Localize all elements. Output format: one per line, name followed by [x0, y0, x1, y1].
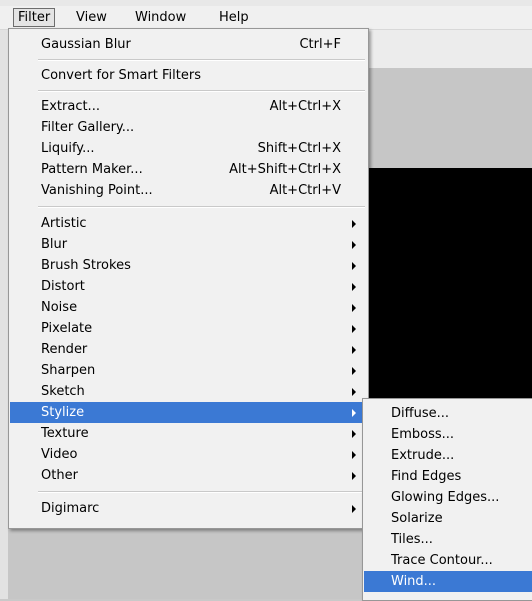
submenu-arrow-icon: [352, 262, 356, 270]
menu-item-sharpen[interactable]: Sharpen: [10, 360, 367, 381]
menu-item-label: Vanishing Point...: [41, 183, 153, 198]
menu-item-label: Brush Strokes: [41, 258, 131, 273]
submenu-arrow-icon: [352, 388, 356, 396]
submenu-arrow-icon: [352, 451, 356, 459]
menu-item-label: Digimarc: [41, 501, 100, 516]
menu-separator: [38, 491, 365, 493]
menu-item-label: Distort: [41, 279, 85, 294]
menu-item-label: Sharpen: [41, 363, 96, 378]
menu-item-shortcut: Alt+Ctrl+X: [269, 99, 341, 114]
menu-item-label: Stylize: [41, 405, 85, 420]
menu-item-vanishing-point[interactable]: Vanishing Point... Alt+Ctrl+V: [10, 180, 367, 201]
submenu-item-tiles[interactable]: Tiles...: [364, 529, 532, 550]
menu-separator: [38, 90, 365, 92]
submenu-arrow-icon: [352, 472, 356, 480]
submenu-item-trace-contour[interactable]: Trace Contour...: [364, 550, 532, 571]
menu-item-brush-strokes[interactable]: Brush Strokes: [10, 255, 367, 276]
submenu-arrow-icon: [352, 430, 356, 438]
menu-item-label: Convert for Smart Filters: [41, 68, 201, 83]
menu-item-label: Sketch: [41, 384, 85, 399]
menu-item-label: Noise: [41, 300, 78, 315]
submenu-item-label: Glowing Edges...: [391, 490, 500, 505]
menu-item-shortcut: Ctrl+F: [299, 37, 341, 52]
menu-item-artistic[interactable]: Artistic: [10, 213, 367, 234]
menu-item-render[interactable]: Render: [10, 339, 367, 360]
menu-window[interactable]: Window: [131, 9, 190, 26]
menu-item-label: Artistic: [41, 216, 87, 231]
submenu-item-diffuse[interactable]: Diffuse...: [364, 403, 532, 424]
submenu-item-label: Extrude...: [391, 448, 455, 463]
submenu-arrow-icon: [352, 505, 356, 513]
menu-help[interactable]: Help: [215, 9, 253, 26]
menu-item-label: Gaussian Blur: [41, 37, 131, 52]
menu-item-label: Filter Gallery...: [41, 120, 135, 135]
submenu-item-label: Find Edges: [391, 469, 462, 484]
menu-item-label: Blur: [41, 237, 68, 252]
menu-separator: [38, 59, 365, 61]
menu-item-other[interactable]: Other: [10, 465, 367, 486]
menu-item-stylize[interactable]: Stylize: [10, 402, 367, 423]
menu-item-sketch[interactable]: Sketch: [10, 381, 367, 402]
menu-item-digimarc[interactable]: Digimarc: [10, 498, 367, 519]
submenu-item-label: Tiles...: [391, 532, 433, 547]
menu-item-label: Texture: [41, 426, 89, 441]
submenu-item-emboss[interactable]: Emboss...: [364, 424, 532, 445]
menu-item-pixelate[interactable]: Pixelate: [10, 318, 367, 339]
menu-item-label: Liquify...: [41, 141, 95, 156]
stylize-submenu: Diffuse... Emboss... Extrude... Find Edg…: [362, 398, 532, 601]
filter-menu: Gaussian Blur Ctrl+F Convert for Smart F…: [8, 28, 369, 529]
submenu-item-glowing-edges[interactable]: Glowing Edges...: [364, 487, 532, 508]
submenu-arrow-icon: [352, 367, 356, 375]
menu-item-label: Pixelate: [41, 321, 93, 336]
menu-item-label: Extract...: [41, 99, 100, 114]
submenu-item-extrude[interactable]: Extrude...: [364, 445, 532, 466]
menu-item-shortcut: Alt+Shift+Ctrl+X: [229, 162, 341, 177]
menu-separator: [38, 206, 365, 208]
submenu-item-find-edges[interactable]: Find Edges: [364, 466, 532, 487]
submenu-arrow-icon: [352, 283, 356, 291]
menu-item-gaussian-blur[interactable]: Gaussian Blur Ctrl+F: [10, 34, 367, 55]
submenu-arrow-icon: [352, 304, 356, 312]
submenu-item-label: Emboss...: [391, 427, 455, 442]
menu-item-liquify[interactable]: Liquify... Shift+Ctrl+X: [10, 138, 367, 159]
menu-item-pattern-maker[interactable]: Pattern Maker... Alt+Shift+Ctrl+X: [10, 159, 367, 180]
submenu-item-label: Diffuse...: [391, 406, 449, 421]
tools-panel-edge: [0, 30, 8, 599]
menu-item-distort[interactable]: Distort: [10, 276, 367, 297]
submenu-arrow-icon: [352, 325, 356, 333]
menu-item-shortcut: Shift+Ctrl+X: [257, 141, 341, 156]
submenu-item-wind[interactable]: Wind...: [364, 571, 532, 592]
menu-item-convert-smart-filters[interactable]: Convert for Smart Filters: [10, 65, 367, 86]
menu-bar: Filter View Window Help: [0, 6, 532, 30]
menu-item-texture[interactable]: Texture: [10, 423, 367, 444]
submenu-item-label: Solarize: [391, 511, 443, 526]
menu-item-label: Video: [41, 447, 78, 462]
menu-item-label: Pattern Maker...: [41, 162, 143, 177]
submenu-item-label: Trace Contour...: [391, 553, 493, 568]
menu-view[interactable]: View: [72, 9, 111, 26]
submenu-arrow-icon: [352, 409, 356, 417]
menu-item-extract[interactable]: Extract... Alt+Ctrl+X: [10, 96, 367, 117]
submenu-arrow-icon: [352, 346, 356, 354]
menu-item-label: Other: [41, 468, 78, 483]
menu-item-label: Render: [41, 342, 88, 357]
menu-item-noise[interactable]: Noise: [10, 297, 367, 318]
menu-item-filter-gallery[interactable]: Filter Gallery...: [10, 117, 367, 138]
menu-filter[interactable]: Filter: [13, 8, 56, 27]
menu-item-blur[interactable]: Blur: [10, 234, 367, 255]
menu-item-video[interactable]: Video: [10, 444, 367, 465]
menu-item-shortcut: Alt+Ctrl+V: [269, 183, 341, 198]
submenu-item-label: Wind...: [391, 574, 437, 589]
submenu-arrow-icon: [352, 241, 356, 249]
submenu-item-solarize[interactable]: Solarize: [364, 508, 532, 529]
submenu-arrow-icon: [352, 220, 356, 228]
